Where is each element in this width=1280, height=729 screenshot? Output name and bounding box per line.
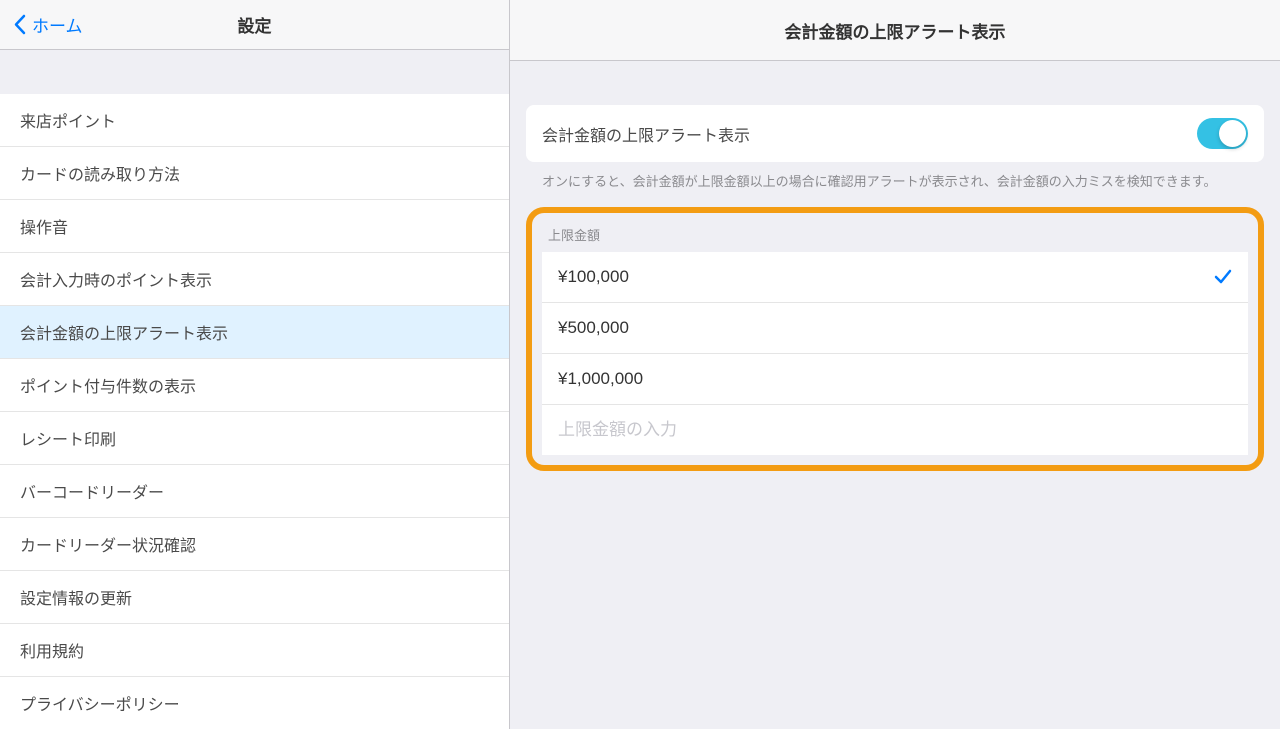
settings-item-3[interactable]: 会計入力時のポイント表示	[0, 253, 509, 306]
chevron-left-icon	[14, 14, 26, 35]
amount-option-0[interactable]: ¥100,000	[542, 252, 1248, 303]
settings-list: 来店ポイントカードの読み取り方法操作音会計入力時のポイント表示会計金額の上限アラ…	[0, 94, 509, 729]
settings-item-7[interactable]: バーコードリーダー	[0, 465, 509, 518]
toggle-description: オンにすると、会計金額が上限金額以上の場合に確認用アラートが表示され、会計金額の…	[526, 162, 1264, 193]
alert-toggle-switch[interactable]	[1197, 118, 1248, 149]
amount-options-list: ¥100,000 ¥500,000 ¥1,000,000	[542, 252, 1248, 455]
settings-item-11[interactable]: プライバシーポリシー	[0, 677, 509, 729]
settings-item-4[interactable]: 会計金額の上限アラート表示	[0, 306, 509, 359]
amount-custom-input[interactable]	[542, 405, 1248, 455]
toggle-label: 会計金額の上限アラート表示	[542, 122, 750, 146]
settings-item-0[interactable]: 来店ポイント	[0, 94, 509, 147]
settings-item-6[interactable]: レシート印刷	[0, 412, 509, 465]
amount-option-label: ¥1,000,000	[558, 369, 643, 389]
amount-option-1[interactable]: ¥500,000	[542, 303, 1248, 354]
left-nav-bar: ホーム 設定	[0, 0, 509, 50]
back-label: ホーム	[32, 12, 83, 37]
alert-toggle-row: 会計金額の上限アラート表示	[526, 105, 1264, 162]
settings-sidebar: ホーム 設定 来店ポイントカードの読み取り方法操作音会計入力時のポイント表示会計…	[0, 0, 510, 729]
settings-item-8[interactable]: カードリーダー状況確認	[0, 518, 509, 571]
toggle-thumb	[1219, 120, 1246, 147]
right-nav-title: 会計金額の上限アラート表示	[785, 18, 1006, 43]
right-nav-bar: 会計金額の上限アラート表示	[510, 0, 1280, 61]
settings-item-2[interactable]: 操作音	[0, 200, 509, 253]
amount-option-label: ¥500,000	[558, 318, 629, 338]
left-nav-title: 設定	[238, 12, 272, 37]
detail-content: 会計金額の上限アラート表示 オンにすると、会計金額が上限金額以上の場合に確認用ア…	[510, 61, 1280, 471]
settings-item-5[interactable]: ポイント付与件数の表示	[0, 359, 509, 412]
back-button[interactable]: ホーム	[0, 12, 83, 37]
detail-panel: 会計金額の上限アラート表示 会計金額の上限アラート表示 オンにすると、会計金額が…	[510, 0, 1280, 729]
settings-item-10[interactable]: 利用規約	[0, 624, 509, 677]
amount-section-header: 上限金額	[532, 219, 1258, 252]
settings-item-9[interactable]: 設定情報の更新	[0, 571, 509, 624]
amount-option-label: ¥100,000	[558, 267, 629, 287]
amount-section-highlight: 上限金額 ¥100,000 ¥500,000 ¥1,000,000	[526, 207, 1264, 471]
checkmark-icon	[1214, 268, 1232, 286]
amount-option-2[interactable]: ¥1,000,000	[542, 354, 1248, 405]
settings-item-1[interactable]: カードの読み取り方法	[0, 147, 509, 200]
